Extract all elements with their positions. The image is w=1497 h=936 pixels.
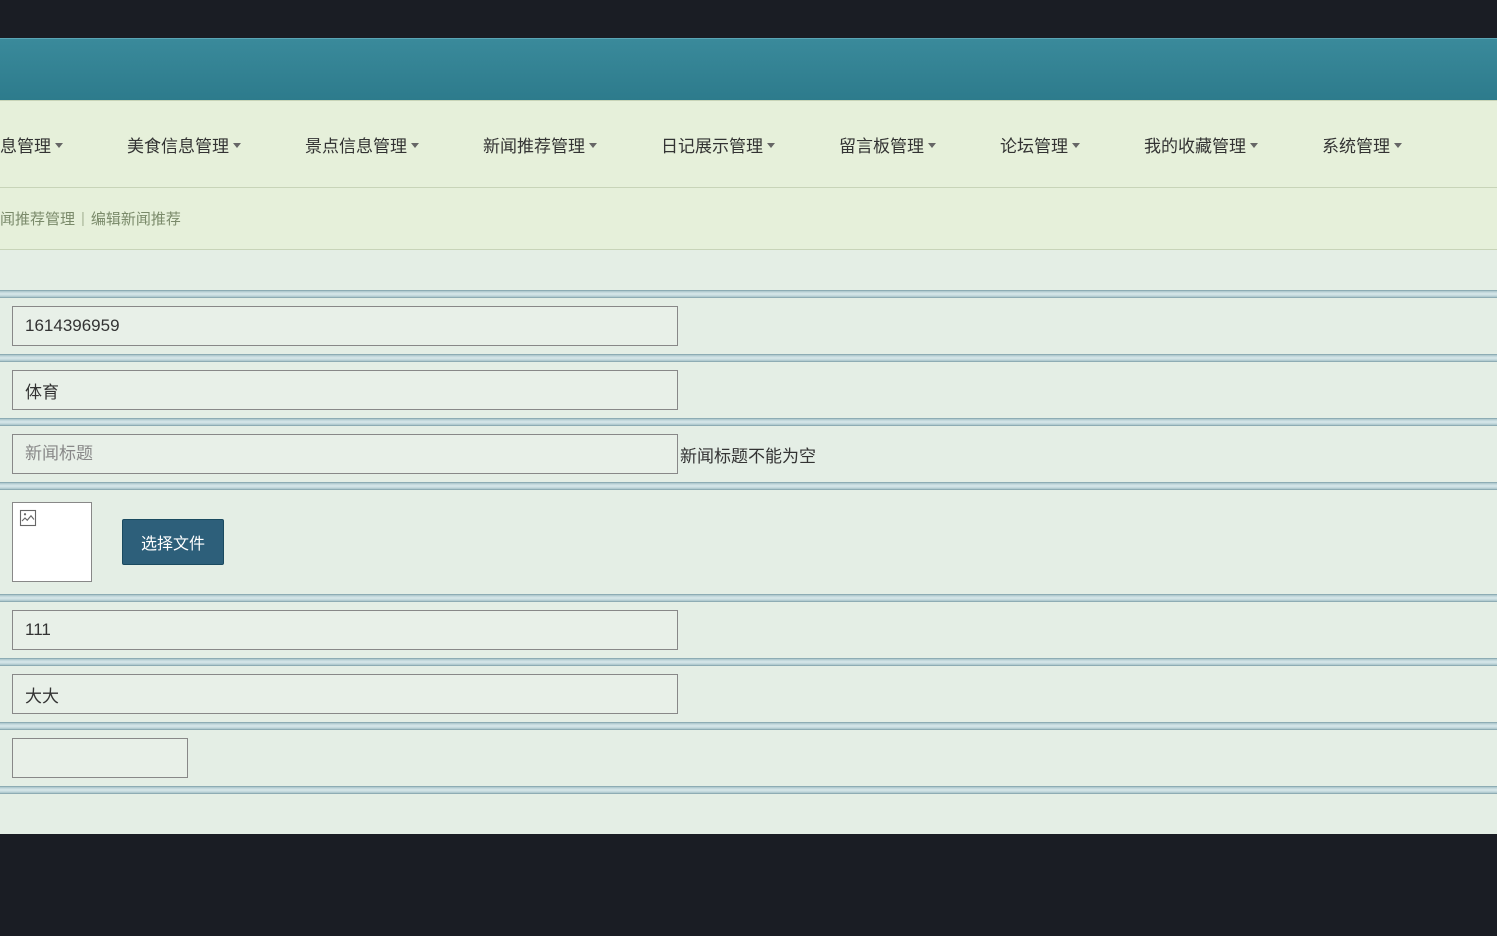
row-divider — [0, 786, 1497, 794]
breadcrumb-separator: | — [81, 210, 85, 227]
bottom-black-bar — [0, 834, 1497, 936]
row-divider — [0, 354, 1497, 362]
caret-down-icon — [411, 143, 419, 148]
nav-item-label: 我的收藏管理 — [1144, 132, 1246, 157]
field7-input[interactable] — [12, 738, 188, 778]
nav-item-news-mgmt[interactable]: 新闻推荐管理 — [451, 132, 629, 157]
caret-down-icon — [55, 143, 63, 148]
nav-item-label: 论坛管理 — [1000, 132, 1068, 157]
breadcrumb: 闻推荐管理 | 编辑新闻推荐 — [0, 188, 1497, 250]
caret-down-icon — [1072, 143, 1080, 148]
form-row-field5 — [0, 602, 1497, 658]
nav-item-favorites-mgmt[interactable]: 我的收藏管理 — [1112, 132, 1290, 157]
form-row-image: 选择文件 — [0, 490, 1497, 594]
breadcrumb-current: 编辑新闻推荐 — [91, 208, 181, 229]
row-divider — [0, 658, 1497, 666]
choose-file-button[interactable]: 选择文件 — [122, 519, 224, 565]
form-row-category — [0, 362, 1497, 418]
content-wrap: 息管理 美食信息管理 景点信息管理 新闻推荐管理 日记展示管理 留言板管理 论坛… — [0, 38, 1497, 834]
category-input[interactable] — [12, 370, 678, 410]
image-preview — [12, 502, 92, 582]
id-input[interactable] — [12, 306, 678, 346]
row-divider — [0, 482, 1497, 490]
form-row-id — [0, 298, 1497, 354]
caret-down-icon — [1250, 143, 1258, 148]
form-row-field7 — [0, 730, 1497, 786]
nav-item-label: 新闻推荐管理 — [483, 132, 585, 157]
nav-item-label: 系统管理 — [1322, 132, 1390, 157]
nav-item-system-mgmt[interactable]: 系统管理 — [1290, 132, 1434, 157]
nav-item-label: 息管理 — [0, 132, 51, 157]
caret-down-icon — [767, 143, 775, 148]
nav-item-forum-mgmt[interactable]: 论坛管理 — [968, 132, 1112, 157]
nav-item-attraction-mgmt[interactable]: 景点信息管理 — [273, 132, 451, 157]
top-black-bar — [0, 0, 1497, 38]
form-row-title: 新闻标题不能为空 — [0, 426, 1497, 482]
nav-item-label: 留言板管理 — [839, 132, 924, 157]
row-divider — [0, 594, 1497, 602]
field5-input[interactable] — [12, 610, 678, 650]
field6-input[interactable] — [12, 674, 678, 714]
title-input[interactable] — [12, 434, 678, 474]
nav-item-message-mgmt[interactable]: 留言板管理 — [807, 132, 968, 157]
nav-item-label: 日记展示管理 — [661, 132, 763, 157]
form-area: 新闻标题不能为空 选择文件 — [0, 250, 1497, 794]
caret-down-icon — [233, 143, 241, 148]
caret-down-icon — [928, 143, 936, 148]
row-divider — [0, 290, 1497, 298]
nav-item-label: 美食信息管理 — [127, 132, 229, 157]
nav-item-diary-mgmt[interactable]: 日记展示管理 — [629, 132, 807, 157]
row-divider — [0, 418, 1497, 426]
breadcrumb-parent[interactable]: 闻推荐管理 — [0, 208, 75, 229]
title-validation-msg: 新闻标题不能为空 — [680, 442, 816, 467]
nav-item-label: 景点信息管理 — [305, 132, 407, 157]
teal-header — [0, 38, 1497, 100]
nav-bar: 息管理 美食信息管理 景点信息管理 新闻推荐管理 日记展示管理 留言板管理 论坛… — [0, 100, 1497, 188]
broken-image-icon — [19, 509, 37, 527]
row-divider — [0, 722, 1497, 730]
caret-down-icon — [1394, 143, 1402, 148]
caret-down-icon — [589, 143, 597, 148]
nav-item-info-mgmt[interactable]: 息管理 — [0, 132, 95, 157]
nav-item-food-mgmt[interactable]: 美食信息管理 — [95, 132, 273, 157]
form-row-field6 — [0, 666, 1497, 722]
